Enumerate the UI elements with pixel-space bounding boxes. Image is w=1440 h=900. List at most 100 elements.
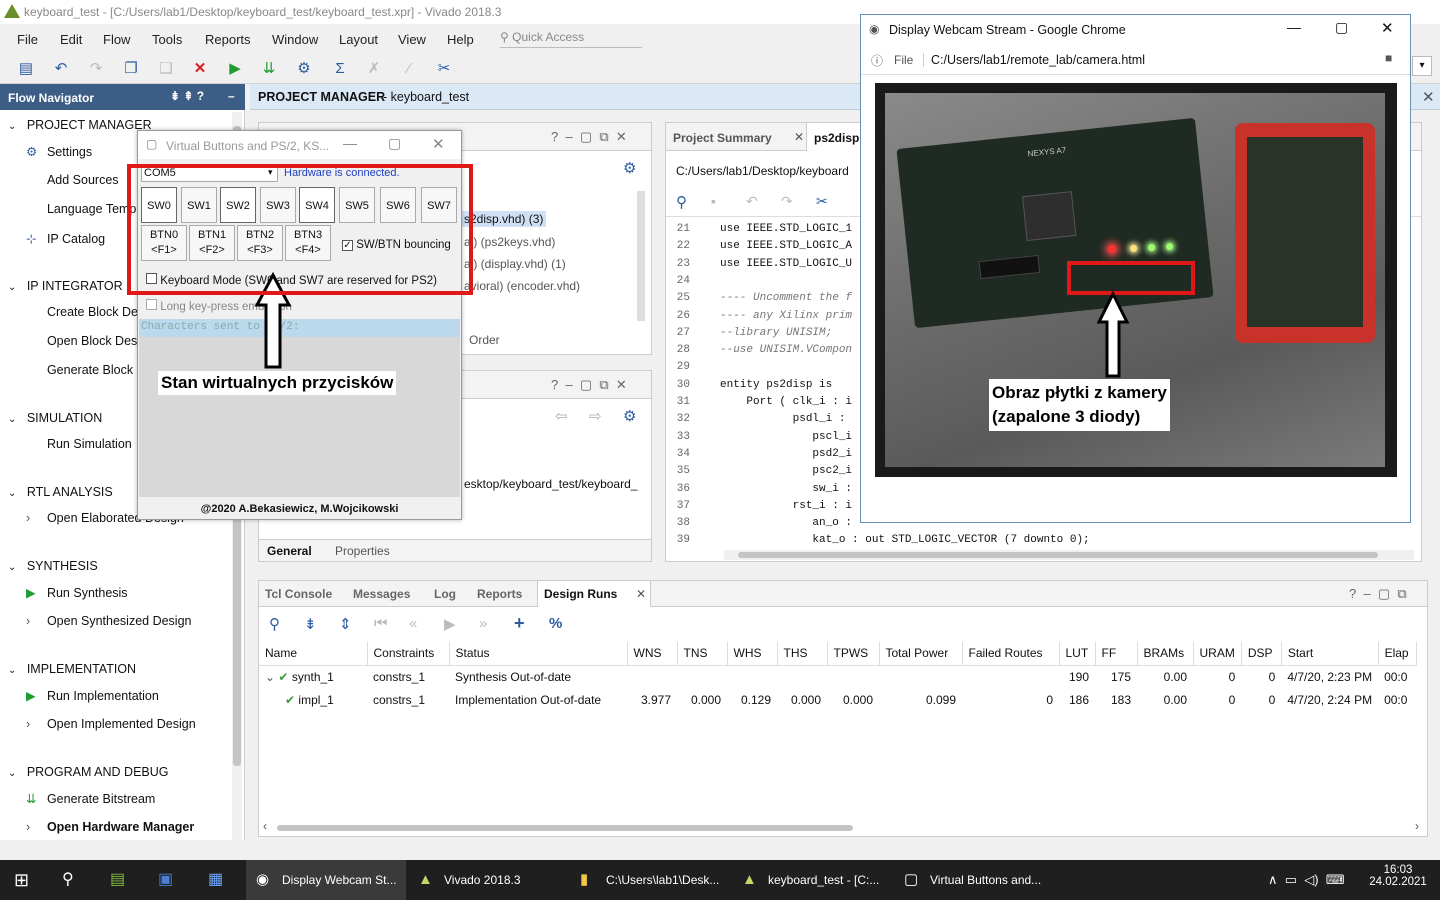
gear-icon[interactable]: ⚙: [623, 407, 636, 425]
sources-order-tab[interactable]: Order: [469, 333, 500, 347]
tab-tcl-console[interactable]: Tcl Console: [265, 587, 332, 601]
column-header[interactable]: TNS: [677, 642, 728, 666]
tab-log[interactable]: Log: [434, 587, 456, 601]
collapse-all-icon[interactable]: ⇟ ⇞ ?: [170, 89, 204, 103]
section-simulation[interactable]: ⌄ SIMULATION: [8, 411, 102, 425]
menu-view[interactable]: View: [398, 32, 426, 47]
close-icon[interactable]: ✕: [794, 130, 804, 144]
tab-ps2disp[interactable]: ps2disp: [814, 131, 859, 145]
runs-h-scrollbar[interactable]: ‹ ›: [263, 819, 1423, 834]
minimize-icon[interactable]: —: [1287, 19, 1301, 35]
sources-scrollbar[interactable]: [637, 191, 645, 321]
taskbar-item-webcam[interactable]: ◉ Display Webcam St...: [246, 860, 406, 900]
table-row[interactable]: ✔ impl_1 constrs_1 Implementation Out-of-d…: [259, 688, 1416, 711]
clock[interactable]: 16:03 24.02.2021: [1368, 864, 1428, 888]
quick-access-input[interactable]: ⚲ Quick Access: [500, 30, 642, 48]
minimize-icon[interactable]: —: [343, 135, 357, 151]
section-program-and-debug[interactable]: ⌄ PROGRAM AND DEBUG: [8, 765, 169, 779]
panel-controls-icon[interactable]: ? – ▢ ⧉: [1349, 586, 1407, 602]
flow-item-run-synthesis[interactable]: ▶ Run Synthesis: [26, 585, 128, 600]
source-file-4[interactable]: avioral) (encoder.vhd): [464, 279, 580, 293]
settings-icon[interactable]: ⚙: [294, 59, 314, 79]
next-icon[interactable]: »: [479, 615, 487, 632]
save-icon[interactable]: ▣: [158, 860, 180, 900]
flow-item-open-hardware-manager[interactable]: › Open Hardware Manager: [26, 820, 194, 834]
column-header[interactable]: WHS: [727, 642, 778, 666]
paste-icon[interactable]: ❏: [156, 59, 176, 79]
camera-icon[interactable]: ■: [1385, 51, 1392, 65]
flow-item-run-simulation[interactable]: Run Simulation: [26, 437, 132, 451]
column-header[interactable]: Elap: [1378, 642, 1417, 666]
info-icon[interactable]: ⓘ: [871, 52, 883, 69]
column-header[interactable]: THS: [777, 642, 828, 666]
tray-icons[interactable]: ∧ ▭ ◁) ⌨: [1268, 860, 1368, 900]
menu-tools[interactable]: Tools: [152, 32, 182, 47]
column-header[interactable]: URAM: [1193, 642, 1242, 666]
back-arrow-icon[interactable]: ⇦: [555, 407, 568, 425]
sigma-icon[interactable]: Σ: [330, 59, 350, 79]
collapse-all-icon[interactable]: ⇟: [304, 615, 317, 633]
maximize-icon[interactable]: ▢: [1335, 19, 1348, 36]
search-icon[interactable]: ⚲: [676, 193, 687, 211]
column-header[interactable]: WNS: [627, 642, 678, 666]
flow-item-generate-bitstream[interactable]: ⇊ Generate Bitstream: [26, 791, 155, 806]
menu-reports[interactable]: Reports: [205, 32, 251, 47]
copy-icon[interactable]: ❐: [121, 59, 141, 79]
tab-properties[interactable]: Properties: [335, 544, 390, 558]
column-header[interactable]: Total Power: [879, 642, 963, 666]
panel-controls-icon[interactable]: ? – ▢ ⧉ ✕: [551, 377, 627, 393]
undo-icon[interactable]: ↶: [51, 59, 71, 79]
taskbar-item-keyboard-test[interactable]: ▲ keyboard_test - [C:...: [732, 860, 892, 900]
flow-item-settings[interactable]: ⚙ Settings: [26, 144, 92, 159]
menu-window[interactable]: Window: [272, 32, 318, 47]
section-rtl-analysis[interactable]: ⌄ RTL ANALYSIS: [8, 485, 113, 499]
cross-tool-icon[interactable]: ✂: [434, 59, 454, 79]
column-header[interactable]: Constraints: [367, 642, 450, 666]
source-file-1[interactable]: s2disp.vhd) (3): [461, 211, 547, 227]
column-header[interactable]: TPWS: [827, 642, 880, 666]
add-icon[interactable]: +: [514, 613, 525, 634]
section-ip-integrator[interactable]: ⌄ IP INTEGRATOR: [8, 279, 123, 293]
tab-messages[interactable]: Messages: [353, 587, 410, 601]
column-header[interactable]: Name: [259, 642, 368, 666]
flow-item-run-implementation[interactable]: ▶ Run Implementation: [26, 688, 159, 703]
flow-item-open-implemented-design[interactable]: › Open Implemented Design: [26, 717, 196, 731]
undo-icon[interactable]: ↶: [746, 193, 758, 210]
tab-general[interactable]: General: [267, 544, 312, 558]
run-icon[interactable]: ▶: [225, 59, 245, 79]
first-icon[interactable]: ⏮: [374, 615, 388, 632]
tool-icon[interactable]: ✗: [364, 59, 384, 79]
search-icon[interactable]: ⚲: [269, 615, 280, 633]
taskbar-item-explorer[interactable]: ▮ C:\Users\lab1\Desk...: [570, 860, 730, 900]
column-header[interactable]: LUT: [1059, 642, 1096, 666]
save-icon[interactable]: ▪: [711, 193, 716, 209]
search-icon[interactable]: ⚲: [62, 860, 82, 900]
notepad-icon[interactable]: ▤: [110, 860, 132, 900]
wand-icon[interactable]: ⁄: [399, 59, 419, 79]
flow-item-open-block-design[interactable]: Open Block Design: [26, 334, 154, 348]
column-header[interactable]: DSP: [1241, 642, 1282, 666]
tab-reports[interactable]: Reports: [477, 587, 522, 601]
section-project-manager[interactable]: ⌄ PROJECT MANAGER: [8, 118, 152, 132]
menu-file[interactable]: File: [17, 32, 38, 47]
flow-item-open-synthesized-design[interactable]: › Open Synthesized Design: [26, 614, 191, 628]
source-file-3[interactable]: al) (display.vhd) (1): [464, 257, 566, 271]
maximize-icon[interactable]: ▢: [388, 135, 401, 152]
program-icon[interactable]: ⇊: [259, 59, 279, 79]
source-file-2[interactable]: al) (ps2keys.vhd): [464, 235, 555, 249]
network-app-icon[interactable]: ▦: [208, 860, 230, 900]
column-header[interactable]: FF: [1095, 642, 1138, 666]
redo-icon[interactable]: ↷: [86, 59, 106, 79]
close-icon[interactable]: ✕: [1381, 19, 1394, 37]
menu-edit[interactable]: Edit: [60, 32, 82, 47]
percent-icon[interactable]: %: [549, 615, 562, 632]
column-header[interactable]: Start: [1281, 642, 1379, 666]
column-header[interactable]: Failed Routes: [962, 642, 1060, 666]
previous-icon[interactable]: «: [409, 615, 417, 632]
taskbar-item-vivado[interactable]: ▲ Vivado 2018.3: [408, 860, 568, 900]
editor-h-scrollbar[interactable]: [724, 550, 1414, 560]
close-icon[interactable]: ✕: [636, 587, 646, 601]
forward-arrow-icon[interactable]: ⇨: [589, 407, 602, 425]
taskbar-item-virtual-buttons[interactable]: ▢ Virtual Buttons and...: [894, 860, 1054, 900]
delete-icon[interactable]: ✕: [190, 59, 210, 79]
